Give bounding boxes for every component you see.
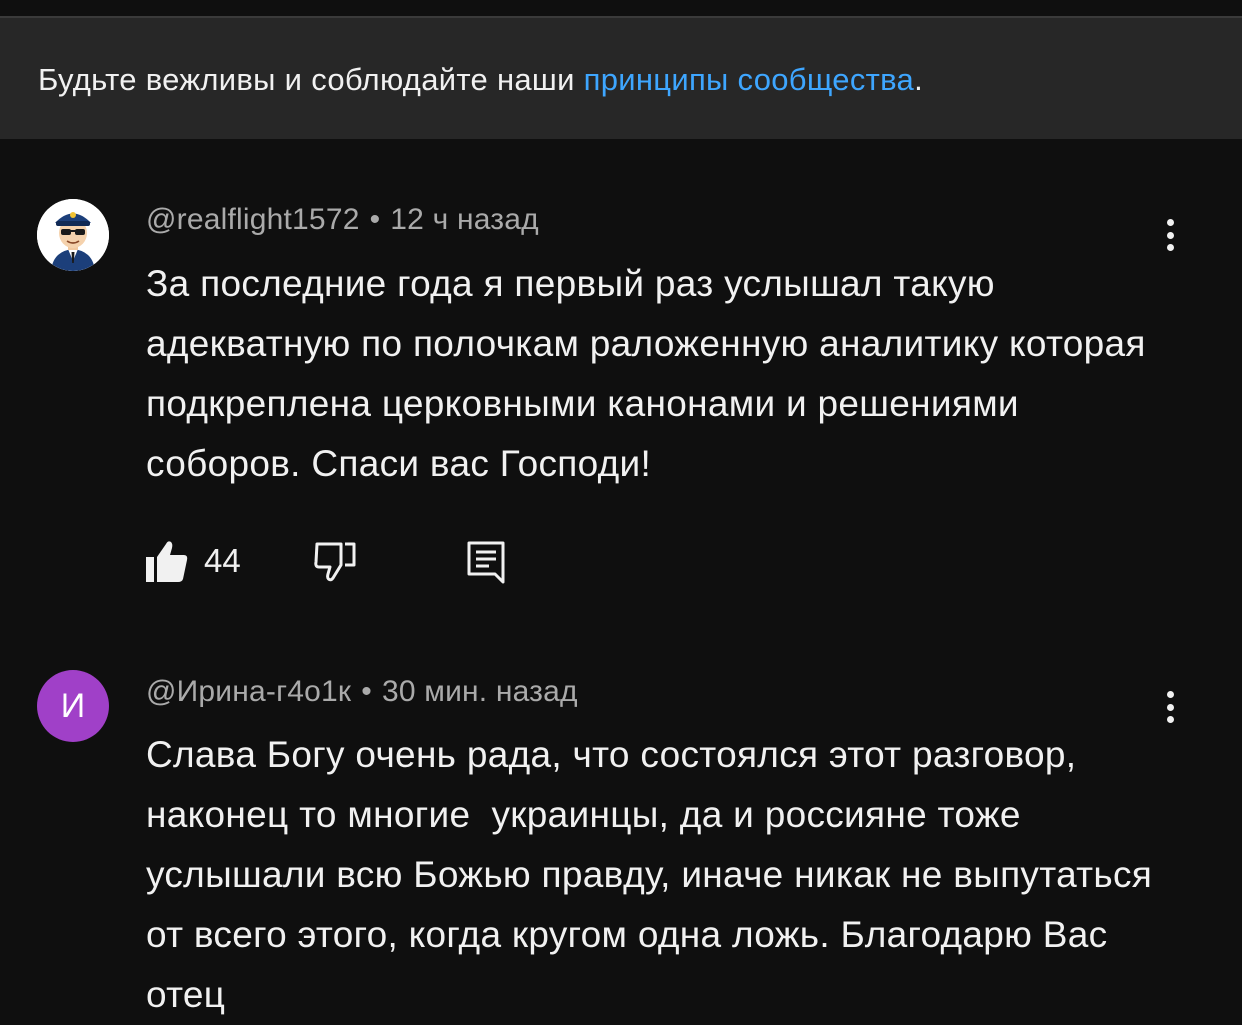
like-count: 44 [204, 542, 241, 579]
avatar[interactable] [37, 199, 109, 271]
comment-author[interactable]: @realflight1572 [146, 203, 360, 236]
comment-text: Слава Богу очень рада, что состоялся это… [146, 734, 1163, 1015]
more-dot-icon [1166, 716, 1174, 723]
community-guidelines-link[interactable]: принципы сообщества [584, 62, 914, 97]
comment-meta: @realflight1572 • 12 ч назад [146, 203, 539, 237]
comment-time[interactable]: 30 мин. назад [382, 675, 578, 708]
comment-time[interactable]: 12 ч назад [390, 203, 539, 236]
more-options-button[interactable] [1156, 687, 1184, 727]
thumbs-up-icon [146, 541, 188, 582]
like-button[interactable] [146, 538, 188, 589]
avatar[interactable]: И [37, 670, 109, 742]
notice-text: Будьте вежливы и соблюдайте наши [38, 62, 584, 97]
notice-period: . [914, 62, 924, 97]
comments-page: Будьте вежливы и соблюдайте наши принцип… [0, 0, 1242, 1025]
more-options-button[interactable] [1156, 215, 1184, 255]
top-strip [0, 0, 1242, 16]
dislike-button[interactable] [314, 538, 358, 589]
more-dot-icon [1166, 231, 1174, 239]
pilot-avatar-icon [37, 199, 109, 271]
reply-comment-icon [467, 541, 505, 584]
comment-text: За последние года я первый раз услышал т… [146, 263, 1157, 484]
more-dot-icon [1166, 244, 1174, 251]
comment-author[interactable]: @Ирина-г4о1к [146, 675, 351, 708]
community-notice: Будьте вежливы и соблюдайте наши принцип… [0, 16, 1242, 139]
reply-button[interactable] [466, 538, 508, 591]
separator-dot: • [361, 675, 372, 708]
separator-dot: • [369, 203, 381, 236]
more-dot-icon [1166, 703, 1174, 711]
more-dot-icon [1166, 219, 1174, 226]
avatar-letter: И [60, 686, 86, 725]
comment-meta: @Ирина-г4о1к • 30 мин. назад [146, 675, 578, 709]
thumbs-down-icon [314, 542, 356, 582]
more-dot-icon [1166, 691, 1174, 698]
